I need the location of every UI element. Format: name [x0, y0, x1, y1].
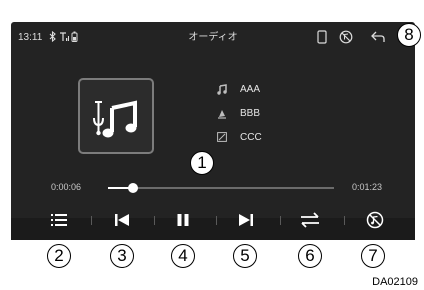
separator: [154, 216, 155, 225]
album-art: [78, 78, 154, 154]
artist-icon: [217, 108, 227, 119]
artist-name: BBB: [240, 108, 261, 119]
pause-button[interactable]: [171, 208, 195, 232]
callout-list-button: 2: [47, 244, 71, 268]
back-arrow-icon[interactable]: [370, 31, 385, 43]
music-note-icon: [217, 84, 227, 95]
seek-bar[interactable]: [118, 187, 334, 189]
usb-music-icon: [88, 88, 144, 144]
callout-seek-bar: 1: [190, 151, 214, 175]
separator: [280, 216, 281, 225]
shuffle-off-icon: [366, 211, 384, 229]
list-button[interactable]: [47, 208, 71, 232]
pause-icon: [176, 213, 190, 227]
separator: [344, 216, 345, 225]
separator: [91, 216, 92, 225]
figure-id: DA02109: [372, 276, 418, 288]
callout-pause-button: 4: [171, 244, 195, 268]
phone-icon[interactable]: [317, 30, 327, 44]
no-music-icon[interactable]: [339, 30, 353, 44]
separator: [216, 216, 217, 225]
track-title: AAA: [240, 84, 261, 95]
album-name: CCC: [240, 132, 262, 143]
list-icon: [50, 212, 68, 228]
seek-bar-handle[interactable]: [128, 183, 139, 193]
previous-track-button[interactable]: [110, 208, 134, 232]
callout-shuffle-button: 7: [361, 244, 385, 268]
callout-repeat-button: 6: [298, 244, 322, 268]
callout-next-button: 5: [233, 244, 257, 268]
repeat-icon: [300, 212, 320, 228]
shuffle-off-button[interactable]: [363, 208, 387, 232]
album-icon: [217, 132, 227, 142]
callout-previous-button: 3: [110, 244, 134, 268]
repeat-button[interactable]: [298, 208, 322, 232]
elapsed-time: 0:00:06: [51, 182, 82, 192]
control-bar: [11, 218, 415, 240]
screen-title: オーディオ: [188, 32, 238, 43]
next-track-icon: [238, 213, 254, 227]
callout-back-button: 8: [397, 23, 421, 47]
previous-track-icon: [114, 213, 130, 227]
total-duration: 0:01:23: [352, 182, 383, 192]
next-track-button[interactable]: [234, 208, 258, 232]
audio-screen: 13:11 オーディオ AAA BBB CCC 0:00:06 0:01:23: [11, 22, 415, 240]
